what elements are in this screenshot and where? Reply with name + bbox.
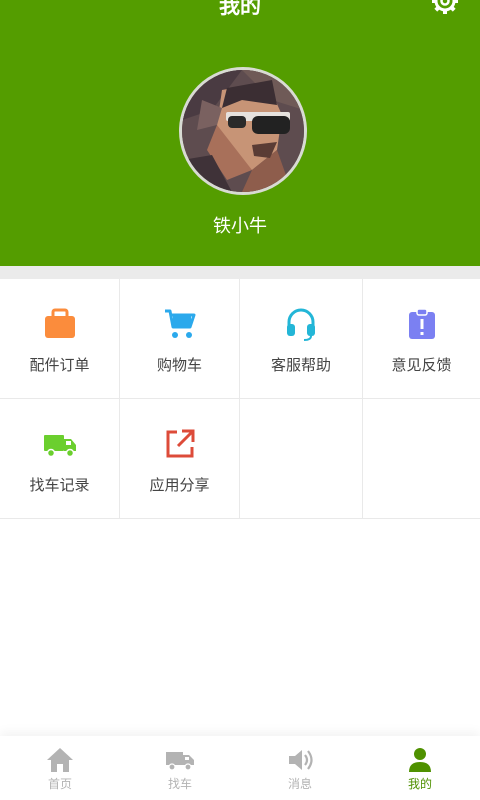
clipboard-alert-icon bbox=[408, 308, 435, 339]
tab-find-car[interactable]: 找车 bbox=[120, 736, 240, 800]
grid-item-share[interactable]: 应用分享 bbox=[120, 399, 240, 519]
tab-mine[interactable]: 我的 bbox=[360, 736, 480, 800]
grid-item-empty bbox=[240, 399, 363, 519]
grid-item-support[interactable]: 客服帮助 bbox=[240, 279, 363, 399]
headset-icon bbox=[287, 308, 315, 341]
section-divider bbox=[0, 266, 480, 279]
briefcase-icon bbox=[44, 308, 75, 338]
grid-item-car-records[interactable]: 找车记录 bbox=[0, 399, 120, 519]
home-icon bbox=[47, 748, 73, 772]
cart-icon bbox=[164, 309, 195, 338]
truck-icon bbox=[166, 752, 194, 771]
page-title: 我的 bbox=[219, 0, 261, 18]
grid-item-label: 找车记录 bbox=[29, 476, 90, 494]
avatar[interactable] bbox=[179, 67, 307, 195]
truck-icon bbox=[43, 435, 76, 458]
profile-header: 我的 铁小牛 bbox=[0, 0, 480, 266]
tab-label: 我的 bbox=[407, 777, 432, 791]
grid-item-label: 购物车 bbox=[156, 356, 202, 374]
grid-item-label: 应用分享 bbox=[149, 476, 210, 494]
username: 铁小牛 bbox=[213, 216, 267, 237]
grid-item-cart[interactable]: 购物车 bbox=[120, 279, 240, 399]
grid-item-parts-orders[interactable]: 配件订单 bbox=[0, 279, 120, 399]
share-external-icon bbox=[166, 429, 194, 458]
tab-label: 首页 bbox=[47, 777, 72, 791]
grid-item-label: 客服帮助 bbox=[270, 356, 331, 374]
grid-item-feedback[interactable]: 意见反馈 bbox=[363, 279, 480, 399]
tab-home[interactable]: 首页 bbox=[0, 736, 120, 800]
tab-label: 消息 bbox=[287, 777, 312, 791]
speaker-icon bbox=[289, 750, 313, 770]
function-grid: 配件订单 购物车 客服帮助 意见反馈 找车记录 应用分享 bbox=[0, 279, 480, 519]
tab-label: 找车 bbox=[167, 777, 192, 791]
person-icon bbox=[409, 748, 431, 772]
grid-item-label: 意见反馈 bbox=[391, 356, 452, 374]
bottom-tab-bar: 首页 找车 消息 我的 bbox=[0, 736, 480, 800]
grid-item-label: 配件订单 bbox=[29, 356, 90, 374]
grid-item-empty bbox=[363, 399, 480, 519]
settings-gear-icon[interactable] bbox=[430, 0, 460, 16]
tab-messages[interactable]: 消息 bbox=[240, 736, 360, 800]
avatar-image bbox=[182, 70, 304, 192]
